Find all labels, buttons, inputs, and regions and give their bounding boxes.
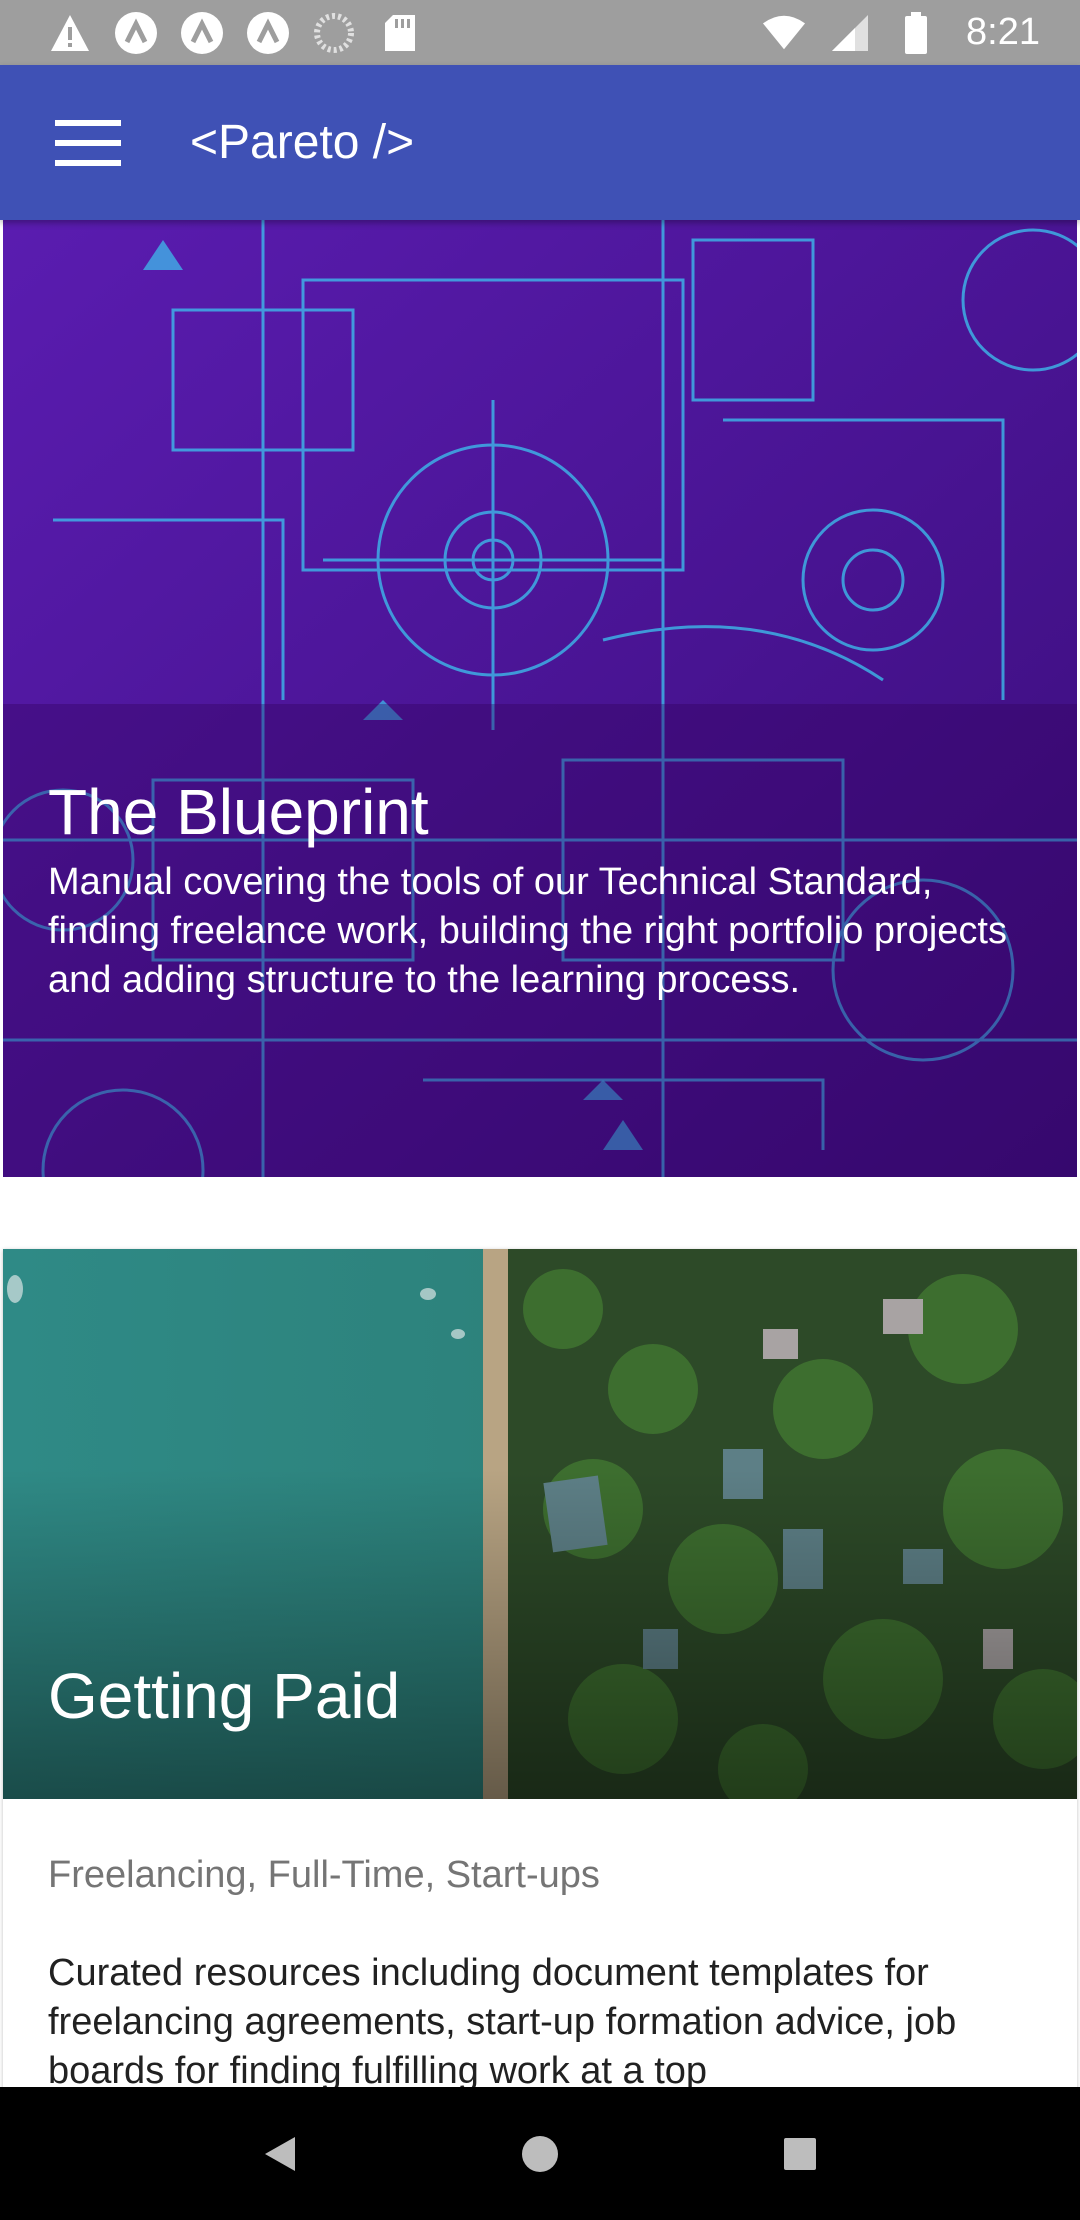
app-title: <Pareto /> <box>190 116 415 169</box>
card-description: Manual covering the tools of our Technic… <box>48 861 1007 1001</box>
warning-icon <box>48 11 92 55</box>
card-subtitle: Freelancing, Full-Time, Start-ups <box>48 1854 600 1896</box>
system-navigation-bar <box>0 2087 1080 2220</box>
sd-card-icon <box>378 11 422 55</box>
clock: 8:21 <box>966 11 1040 53</box>
app-bar: <Pareto /> <box>0 65 1080 220</box>
back-icon <box>265 2136 295 2171</box>
status-bar: 8:21 <box>0 0 1080 65</box>
wifi-icon <box>762 11 806 55</box>
card-title: The Blueprint <box>48 776 429 848</box>
status-bar-notifications <box>48 11 422 55</box>
recents-icon <box>784 2137 816 2170</box>
menu-button[interactable] <box>48 103 128 183</box>
home-button[interactable] <box>500 2114 580 2194</box>
hamburger-menu-icon <box>55 119 121 166</box>
card-title: Getting Paid <box>48 1660 401 1732</box>
recents-button[interactable] <box>760 2114 840 2194</box>
home-icon <box>522 2135 558 2172</box>
loading-icon <box>312 11 356 55</box>
card-getting-paid[interactable]: Getting Paid Freelancing, Full-Time, Sta… <box>3 1249 1077 2149</box>
back-button[interactable] <box>240 2114 320 2194</box>
app-a-icon <box>180 11 224 55</box>
battery-icon <box>894 11 938 55</box>
card-the-blueprint[interactable]: The Blueprint Manual covering the tools … <box>3 220 1077 1177</box>
signal-icon <box>828 11 872 55</box>
card-description: Curated resources including document tem… <box>48 1952 957 2092</box>
app-a-icon <box>114 11 158 55</box>
app-a-icon <box>246 11 290 55</box>
status-bar-system: 8:21 <box>762 11 1040 55</box>
